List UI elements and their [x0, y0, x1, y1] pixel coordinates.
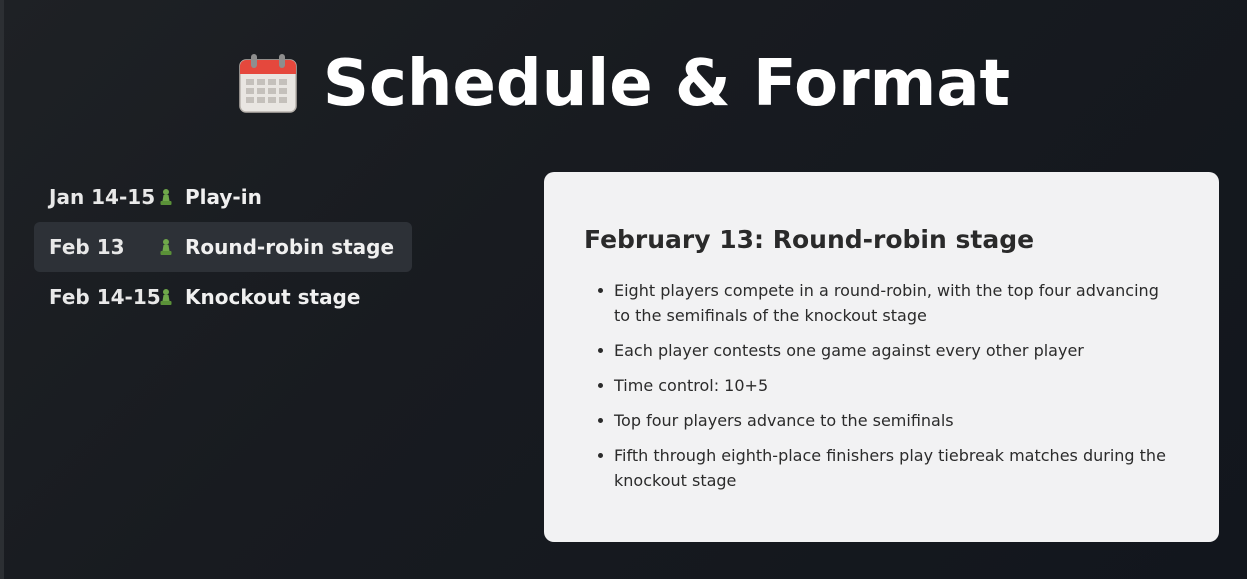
bullet-item: Top four players advance to the semifina…: [598, 408, 1179, 433]
card-title: February 13: Round-robin stage: [584, 225, 1035, 254]
schedule-item-date: Jan 14-15: [49, 185, 156, 209]
header: Schedule & Format: [0, 44, 1247, 124]
page-title: Schedule & Format: [322, 47, 1011, 121]
bullet-item: Eight players compete in a round-robin, …: [598, 278, 1179, 328]
schedule-item-date: Feb 13: [49, 235, 125, 259]
bullet-item: Each player contests one game against ev…: [598, 338, 1179, 363]
schedule-list: Jan 14-15 Play-in Feb 13 Round-robin sta…: [34, 172, 412, 322]
schedule-item-play-in[interactable]: Jan 14-15 Play-in: [34, 172, 412, 222]
pawn-icon: [160, 239, 172, 255]
format-bullet-list: Eight players compete in a round-robin, …: [584, 278, 1179, 493]
schedule-item-label: Knockout stage: [185, 285, 361, 309]
schedule-item-knockout[interactable]: Feb 14-15 Knockout stage: [34, 272, 412, 322]
pawn-icon: [160, 289, 172, 305]
calendar-icon: [239, 54, 297, 113]
schedule-item-label: Round-robin stage: [185, 235, 395, 259]
pawn-icon: [160, 189, 172, 205]
schedule-item-label: Play-in: [185, 185, 262, 209]
detail-card: February 13: Round-robin stage Eight pla…: [544, 172, 1219, 542]
bullet-item: Time control: 10+5: [598, 373, 1179, 398]
bullet-item: Fifth through eighth-place finishers pla…: [598, 443, 1179, 493]
schedule-item-round-robin[interactable]: Feb 13 Round-robin stage: [34, 222, 412, 272]
schedule-item-date: Feb 14-15: [49, 285, 161, 309]
